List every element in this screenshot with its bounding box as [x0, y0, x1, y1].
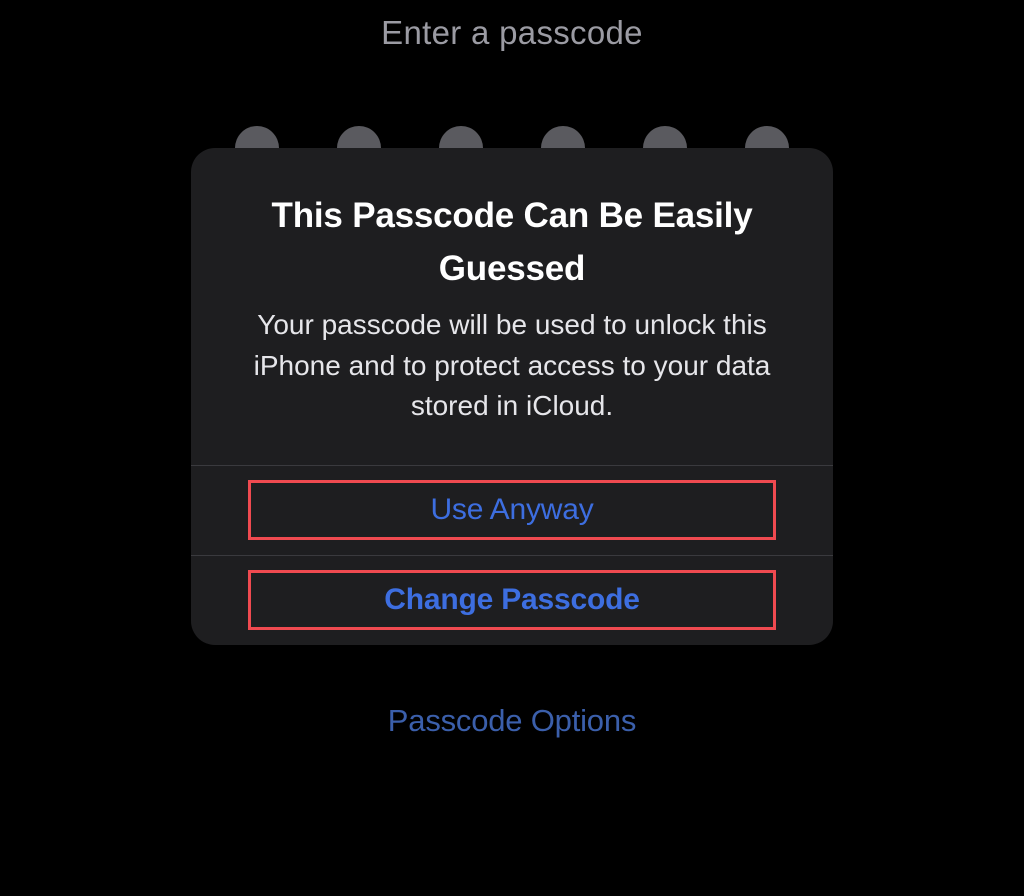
alert-body: This Passcode Can Be Easily Guessed Your…	[191, 148, 833, 465]
weak-passcode-alert: This Passcode Can Be Easily Guessed Your…	[191, 148, 833, 645]
passcode-options-link[interactable]: Passcode Options	[0, 703, 1024, 739]
change-passcode-label: Change Passcode	[384, 583, 639, 617]
alert-title: This Passcode Can Be Easily Guessed	[227, 190, 797, 295]
page-title: Enter a passcode	[0, 14, 1024, 52]
use-anyway-label: Use Anyway	[430, 493, 593, 527]
alert-button-row: Use Anyway	[191, 465, 833, 555]
use-anyway-button[interactable]: Use Anyway	[248, 480, 776, 540]
alert-button-row: Change Passcode	[191, 555, 833, 645]
change-passcode-button[interactable]: Change Passcode	[248, 570, 776, 630]
alert-message: Your passcode will be used to unlock thi…	[227, 305, 797, 427]
